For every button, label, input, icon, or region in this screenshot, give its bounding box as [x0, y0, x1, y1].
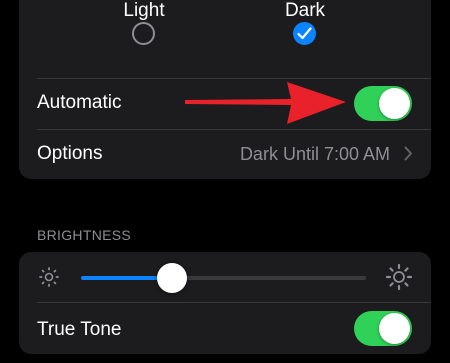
sun-small-icon [39, 267, 59, 287]
chevron-right-icon [404, 146, 412, 161]
true-tone-label: True Tone [37, 319, 122, 340]
options-label: Options [37, 143, 103, 164]
true-tone-row: True Tone [37, 302, 431, 354]
appearance-picker: Light Dark [19, 0, 431, 64]
toggle-knob [379, 88, 410, 119]
light-mode-radio[interactable] [132, 22, 155, 45]
toggle-knob [379, 313, 410, 344]
automatic-toggle[interactable] [354, 86, 412, 121]
light-mode-label[interactable]: Light [104, 0, 184, 22]
dark-mode-label[interactable]: Dark [265, 0, 345, 22]
brightness-slider-knob[interactable] [157, 263, 188, 293]
brightness-section-header: BRIGHTNESS [37, 227, 132, 243]
display-settings-screen: Light Dark Automatic Options Dark Until … [0, 0, 450, 363]
brightness-row [19, 252, 431, 302]
sun-large-icon [385, 263, 413, 291]
true-tone-toggle[interactable] [354, 311, 412, 346]
options-value: Dark Until 7:00 AM [239, 144, 390, 164]
dark-mode-radio[interactable] [293, 22, 316, 45]
checkmark-icon [297, 27, 312, 40]
red-arrow-annotation [185, 82, 346, 124]
brightness-group: True Tone [19, 252, 431, 354]
brightness-slider[interactable] [81, 263, 366, 293]
options-row[interactable]: Options Dark Until 7:00 AM [37, 129, 431, 179]
automatic-label: Automatic [37, 92, 122, 113]
